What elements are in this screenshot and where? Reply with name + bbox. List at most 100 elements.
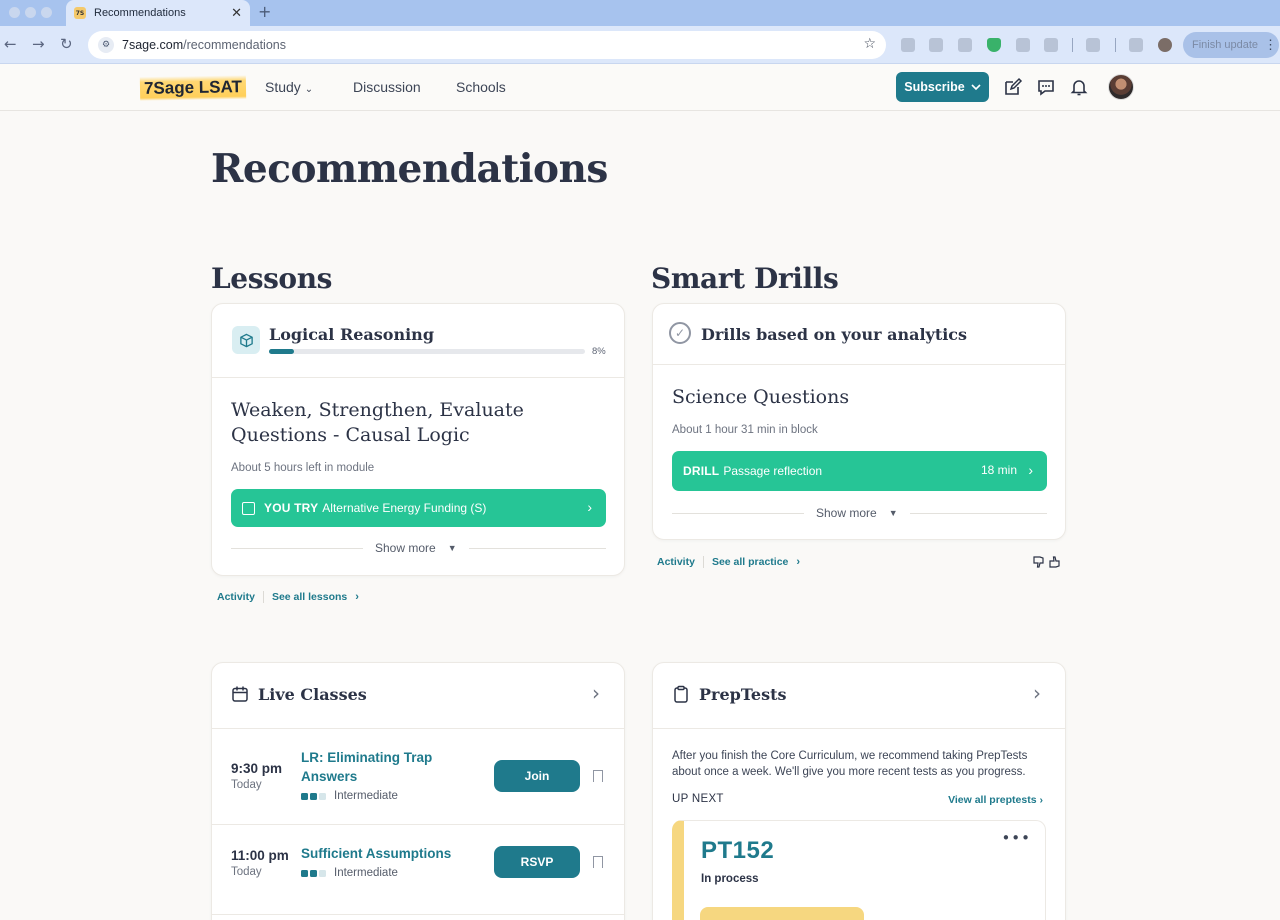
class-time: 9:30 pm xyxy=(231,761,283,776)
see-all-practice-link[interactable]: See all practice xyxy=(712,556,788,568)
feedback-buttons xyxy=(1032,555,1062,569)
window-minimize-control[interactable] xyxy=(25,7,36,18)
module-progress-bar xyxy=(269,349,585,354)
view-all-preptests-link[interactable]: View all preptests › xyxy=(948,794,1043,806)
lens-extension-icon[interactable] xyxy=(958,38,972,52)
browser-tab[interactable]: 7S Recommendations ✕ xyxy=(66,0,250,26)
lesson-title[interactable]: Weaken, Strengthen, Evaluate Questions -… xyxy=(231,398,611,448)
url-path: /recommendations xyxy=(183,38,286,52)
lessons-footer-links: Activity See all lessons › xyxy=(217,591,359,603)
lessons-activity-link[interactable]: Activity xyxy=(217,591,255,603)
lessons-show-more[interactable]: Show more ▼ xyxy=(231,541,606,555)
level-dot xyxy=(310,869,317,877)
join-button[interactable]: Join xyxy=(494,760,580,792)
camera-extension-icon[interactable] xyxy=(901,38,915,52)
tab-close-icon[interactable]: ✕ xyxy=(231,6,242,21)
live-classes-card: Live Classes › 9:30 pm Today LR: Elimina… xyxy=(211,662,625,920)
module-title: Logical Reasoning xyxy=(269,325,434,344)
toolbar-divider xyxy=(1072,38,1073,52)
tab-title: Recommendations xyxy=(94,7,186,19)
class-name-link[interactable]: LR: Eliminating Trap Answers xyxy=(301,748,471,786)
chevron-right-icon[interactable]: › xyxy=(592,681,600,705)
drill-item[interactable]: DRILL Passage reflection 18 min › xyxy=(672,451,1047,491)
class-day: Today xyxy=(231,779,262,791)
divider-line xyxy=(909,512,1047,514)
drill-duration: 18 min xyxy=(980,463,1017,477)
window-zoom-control[interactable] xyxy=(41,7,52,18)
you-try-tag: YOU TRY xyxy=(264,501,319,515)
level-dot xyxy=(310,792,317,800)
screen-search-icon[interactable] xyxy=(1086,38,1100,52)
live-classes-header[interactable]: Live Classes › xyxy=(212,663,624,729)
reload-icon[interactable]: ↻ xyxy=(60,35,73,53)
bell-icon[interactable] xyxy=(1069,77,1089,97)
class-row: 9:30 pm Today LR: Eliminating Trap Answe… xyxy=(212,729,624,825)
smart-drills-header-title: Drills based on your analytics xyxy=(701,325,968,344)
finish-update-label: Finish update xyxy=(1192,39,1259,51)
user-avatar[interactable] xyxy=(1108,74,1134,100)
link-separator xyxy=(702,556,704,568)
level-dot xyxy=(319,869,326,877)
show-more-label: Show more xyxy=(816,506,877,520)
drill-time-in-block: About 1 hour 31 min in block xyxy=(672,424,818,436)
page-title: Recommendations xyxy=(211,146,608,192)
preptest-card[interactable]: PT152 In process ••• xyxy=(672,820,1046,920)
you-try-item[interactable]: YOU TRY Alternative Energy Funding (S) › xyxy=(231,489,606,527)
preptest-action-button[interactable] xyxy=(700,907,864,920)
reading-list-icon[interactable] xyxy=(1129,38,1143,52)
thumbs-up-icon[interactable] xyxy=(1048,555,1062,569)
address-bar[interactable]: ⚙ 7sage.com/recommendations ☆ xyxy=(88,31,886,59)
back-icon[interactable]: ← xyxy=(4,35,17,53)
browser-menu-icon[interactable]: ⋮ xyxy=(1264,37,1277,53)
preptests-header[interactable]: PrepTests › xyxy=(653,663,1065,729)
rsvp-button[interactable]: RSVP xyxy=(494,846,580,878)
calendar-icon xyxy=(232,686,248,702)
toolbar-divider xyxy=(1115,38,1116,52)
nav-study[interactable]: Study ⌄ xyxy=(265,79,313,95)
divider-line xyxy=(468,547,606,549)
window-close-control[interactable] xyxy=(9,7,20,18)
translate-extension-icon[interactable] xyxy=(929,38,943,52)
lessons-card: Logical Reasoning 8% Weaken, Strengthen,… xyxy=(211,303,625,576)
module-progress-label: 8% xyxy=(592,346,606,357)
shield-extension-icon[interactable] xyxy=(987,38,1001,52)
chevron-right-icon: › xyxy=(587,499,592,515)
nav-discussion[interactable]: Discussion xyxy=(353,79,421,95)
new-tab-icon[interactable]: + xyxy=(258,2,271,21)
level-dot xyxy=(301,869,308,877)
class-level: Intermediate xyxy=(301,867,398,879)
site-settings-icon[interactable]: ⚙ xyxy=(98,37,114,53)
bookmark-icon[interactable] xyxy=(593,856,603,868)
chevron-down-icon: ▼ xyxy=(888,508,898,518)
puzzle-extensions-icon[interactable] xyxy=(1044,38,1058,52)
class-day: Today xyxy=(231,866,262,878)
drills-activity-link[interactable]: Activity xyxy=(657,556,695,568)
checkbox-icon[interactable] xyxy=(242,501,255,515)
site-logo[interactable]: 7Sage LSAT xyxy=(139,75,247,101)
drill-title[interactable]: Science Questions xyxy=(672,386,849,408)
forward-icon[interactable]: → xyxy=(32,35,45,53)
browser-tab-bar: 7S Recommendations ✕ + xyxy=(0,0,1280,26)
check-circle-icon: ✓ xyxy=(669,322,691,344)
nav-schools[interactable]: Schools xyxy=(456,79,506,95)
drills-show-more[interactable]: Show more ▼ xyxy=(672,506,1047,520)
subscribe-button[interactable]: Subscribe xyxy=(896,72,989,102)
thumbs-down-icon[interactable] xyxy=(1032,555,1046,569)
finish-update-button[interactable]: Finish update ⋮ xyxy=(1183,32,1279,58)
messages-icon[interactable] xyxy=(1036,77,1056,97)
bookmark-star-icon[interactable]: ☆ xyxy=(863,36,876,52)
bookmark-icon[interactable] xyxy=(593,770,603,782)
preptests-description: After you finish the Core Curriculum, we… xyxy=(672,750,1028,778)
nav-study-label: Study xyxy=(265,79,301,95)
see-all-lessons-link[interactable]: See all lessons xyxy=(272,591,347,603)
lessons-card-header[interactable]: Logical Reasoning 8% xyxy=(212,304,624,378)
clipboard-icon xyxy=(674,685,688,703)
class-name-link[interactable]: Sufficient Assumptions xyxy=(301,844,471,863)
more-options-icon[interactable]: ••• xyxy=(1001,829,1031,847)
blocker-extension-icon[interactable] xyxy=(1016,38,1030,52)
compose-icon[interactable] xyxy=(1003,77,1023,97)
module-time-left: About 5 hours left in module xyxy=(231,462,375,474)
show-more-label: Show more xyxy=(375,541,436,555)
chevron-right-icon[interactable]: › xyxy=(1033,681,1041,705)
profile-avatar-icon[interactable] xyxy=(1158,38,1172,52)
